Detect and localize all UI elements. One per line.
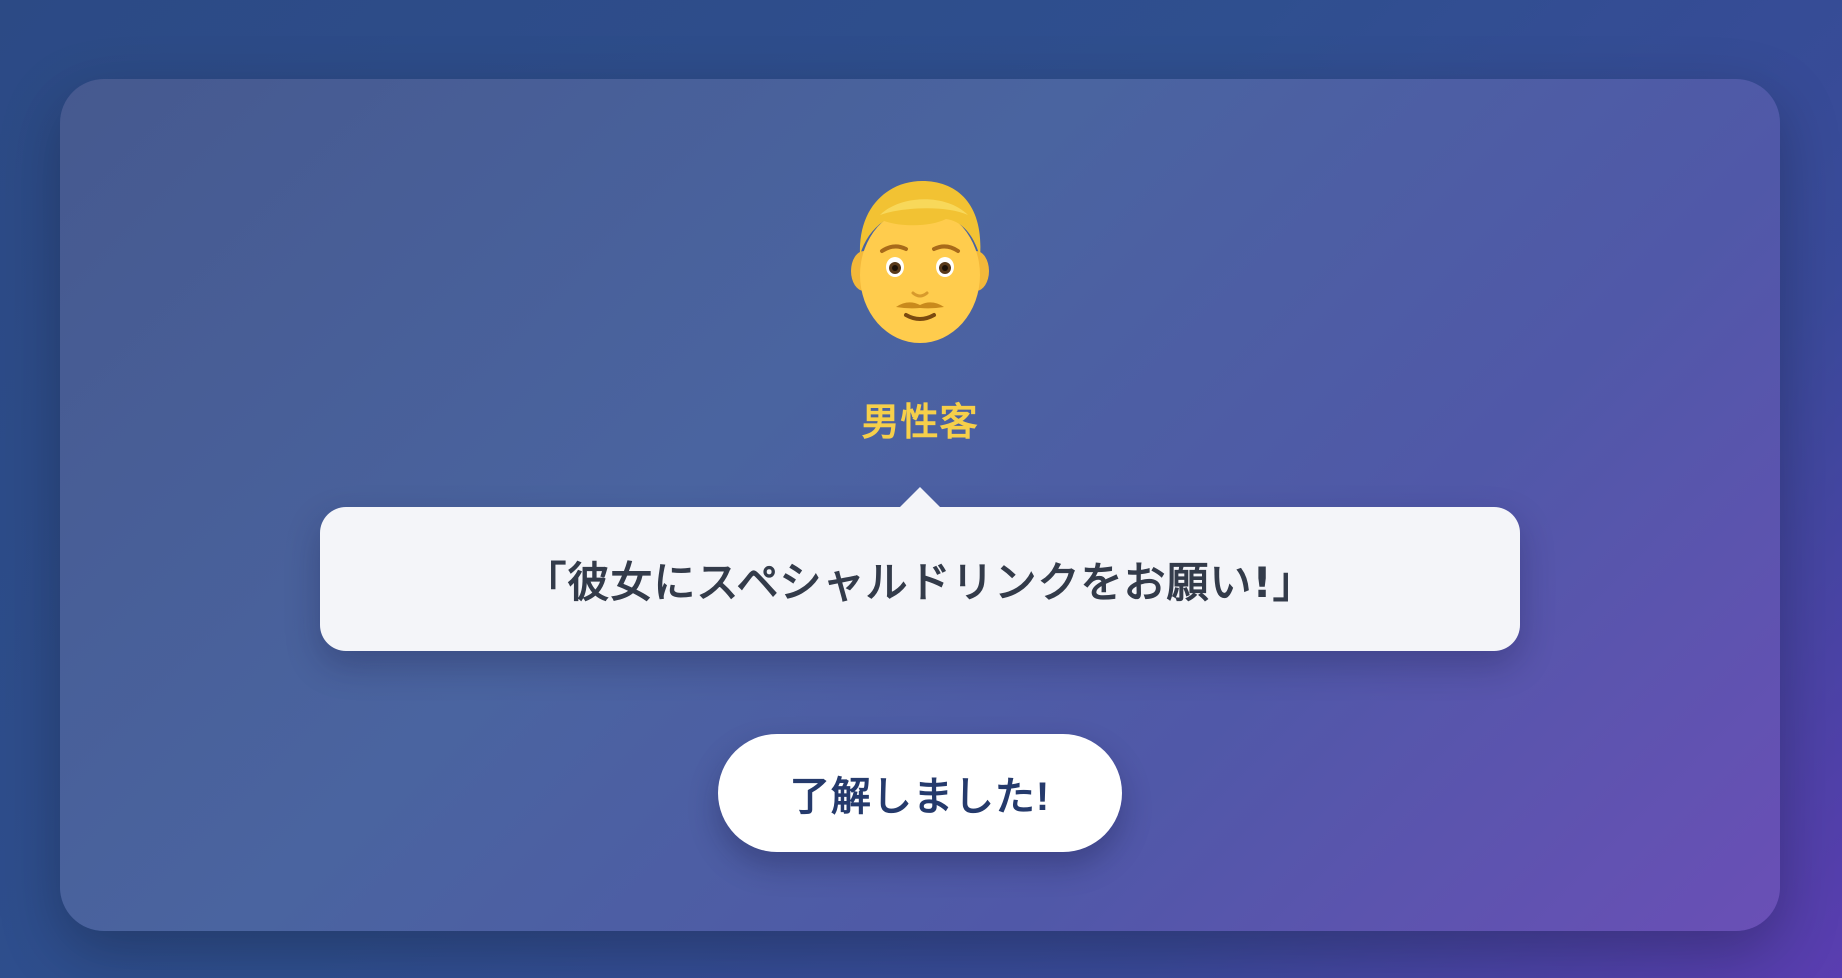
dialogue-text: 「彼女にスペシャルドリンクをお願い!」: [524, 557, 1316, 607]
dialog-card: 男性客 「彼女にスペシャルドリンクをお願い!」 了解しました!: [60, 79, 1780, 931]
speech-bubble: 「彼女にスペシャルドリンクをお願い!」: [320, 487, 1520, 651]
man-face-icon: [850, 175, 990, 345]
confirm-button-label: 了解しました!: [789, 775, 1051, 819]
speech-bubble-tail: [900, 487, 940, 507]
speaker-name: 男性客: [861, 400, 979, 444]
confirm-button[interactable]: 了解しました!: [718, 734, 1122, 852]
